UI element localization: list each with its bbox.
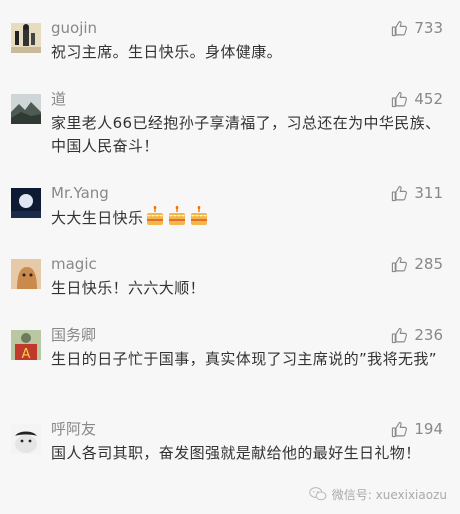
- like-count: 285: [414, 255, 443, 273]
- thumbs-up-icon: [391, 256, 408, 273]
- comment-text: 大大生日快乐: [51, 205, 443, 233]
- comment-username[interactable]: Mr.Yang: [51, 183, 109, 203]
- comment-text-line: 大大生日快乐: [51, 209, 144, 227]
- watermark: 微信号: xuexixiaozu: [309, 484, 447, 504]
- like-button[interactable]: 311: [391, 183, 443, 203]
- avatar[interactable]: [11, 424, 41, 454]
- avatar[interactable]: [11, 259, 41, 289]
- like-count: 733: [414, 19, 443, 37]
- comment-text: 祝习主席。生日快乐。身体健康。: [51, 43, 283, 61]
- thumbs-up-icon: [391, 91, 408, 108]
- comment-text: 生日快乐！六六大顺！: [51, 279, 206, 297]
- like-count: 194: [414, 420, 443, 438]
- birthday-cake-icon: [167, 205, 187, 233]
- comment-text: 生日的日子忙于国事，真实体现了习主席说的”我将无我”: [51, 350, 437, 368]
- like-button[interactable]: 452: [391, 89, 443, 109]
- comment-username[interactable]: 道: [51, 89, 66, 109]
- like-button[interactable]: 733: [391, 18, 443, 38]
- thumbs-up-icon: [391, 185, 408, 202]
- thumbs-up-icon: [391, 20, 408, 37]
- comment-username[interactable]: 国务卿: [51, 325, 96, 345]
- like-count: 236: [414, 326, 443, 344]
- like-count: 311: [414, 184, 443, 202]
- birthday-cake-icon: [145, 205, 165, 233]
- like-button[interactable]: 194: [391, 419, 443, 439]
- comment-username[interactable]: 呼阿友: [51, 419, 96, 439]
- avatar[interactable]: [11, 94, 41, 124]
- svg-text:A: A: [22, 347, 31, 360]
- thumbs-up-icon: [391, 327, 408, 344]
- comment-username[interactable]: guojin: [51, 18, 97, 38]
- comment-username[interactable]: magic: [51, 254, 97, 274]
- avatar[interactable]: A: [11, 330, 41, 360]
- comment-text: 国人各司其职，奋发图强就是献给他的最好生日礼物！: [51, 444, 421, 462]
- like-button[interactable]: 285: [391, 254, 443, 274]
- avatar[interactable]: [11, 23, 41, 53]
- like-count: 452: [414, 90, 443, 108]
- wechat-icon: [309, 486, 327, 502]
- thumbs-up-icon: [391, 421, 408, 438]
- watermark-text: 微信号: xuexixiaozu: [331, 487, 447, 502]
- like-button[interactable]: 236: [391, 325, 443, 345]
- avatar[interactable]: [11, 188, 41, 218]
- comment-text: 家里老人66已经抱孙子享清福了，习总还在为中华民族、中国人民奋斗！: [51, 114, 441, 155]
- birthday-cake-icon: [189, 205, 209, 233]
